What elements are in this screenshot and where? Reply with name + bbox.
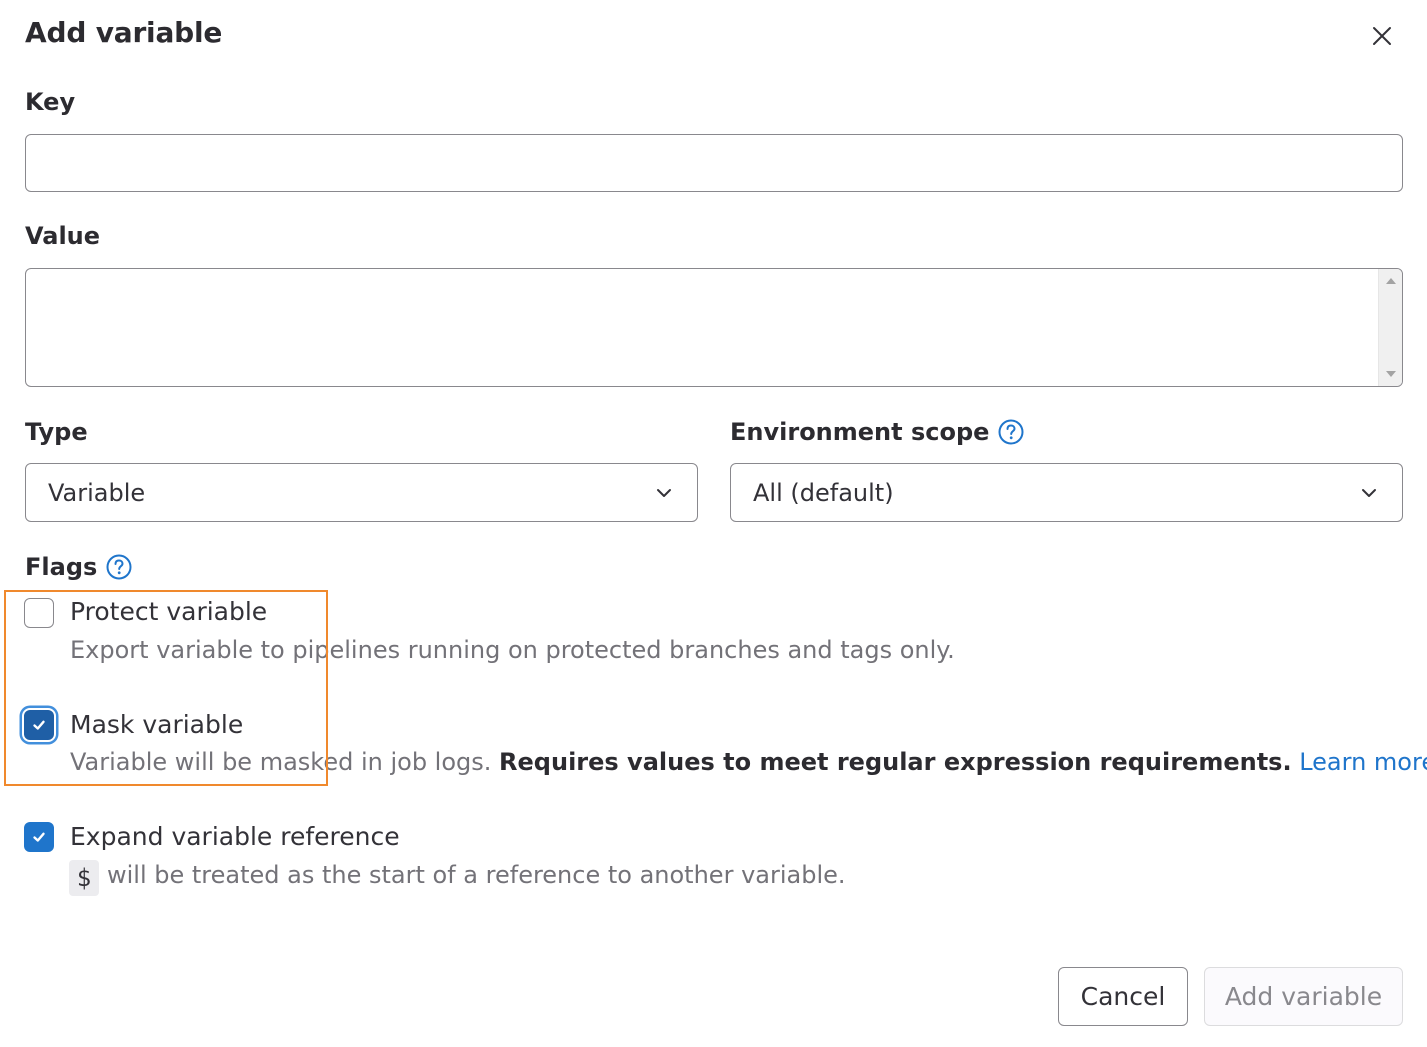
key-label: Key — [25, 88, 75, 116]
add-variable-button[interactable]: Add variable — [1204, 967, 1403, 1026]
protect-variable-help: Export variable to pipelines running on … — [70, 636, 955, 664]
type-select-value: Variable — [48, 478, 146, 507]
close-icon[interactable] — [1370, 24, 1394, 48]
mask-variable-help: Variable will be masked in job logs. Req… — [70, 748, 1427, 776]
scroll-up-arrow-icon[interactable] — [1386, 278, 1396, 284]
type-label: Type — [25, 418, 88, 446]
close-button[interactable] — [1364, 18, 1400, 54]
chevron-down-icon — [1362, 489, 1376, 497]
value-textarea[interactable] — [25, 268, 1403, 387]
env-scope-label-text: Environment scope — [730, 418, 990, 446]
env-scope-select[interactable]: All (default) — [730, 463, 1403, 522]
expand-variable-reference-checkbox[interactable] — [24, 822, 54, 852]
key-input[interactable] — [25, 134, 1403, 192]
dialog-title: Add variable — [25, 16, 223, 49]
expand-variable-reference-label[interactable]: Expand variable reference — [70, 822, 400, 851]
scroll-down-arrow-icon[interactable] — [1386, 371, 1396, 377]
mask-variable-checkbox[interactable] — [24, 710, 54, 740]
chevron-down-icon — [657, 489, 671, 497]
help-icon[interactable] — [997, 418, 1025, 446]
learn-more-link[interactable]: Learn more. — [1299, 748, 1427, 776]
check-icon — [33, 832, 45, 842]
dollar-code-chip: $ — [69, 860, 99, 896]
mask-help-bold-text: Requires values to meet regular expressi… — [499, 748, 1292, 776]
mask-variable-label[interactable]: Mask variable — [70, 710, 243, 739]
value-label-text: Value — [25, 222, 101, 250]
help-icon[interactable] — [105, 553, 133, 581]
key-label-text: Key — [25, 88, 76, 116]
expand-variable-reference-help: will be treated as the start of a refere… — [107, 861, 846, 889]
protect-variable-label[interactable]: Protect variable — [70, 597, 267, 626]
mask-help-text: Variable will be masked in job logs. — [70, 748, 492, 776]
protect-variable-checkbox[interactable] — [24, 598, 54, 628]
env-scope-label: Environment scope — [730, 418, 1025, 446]
flags-label: Flags — [25, 553, 133, 581]
type-select[interactable]: Variable — [25, 463, 698, 522]
env-scope-select-value: All (default) — [753, 478, 894, 507]
value-scrollbar[interactable] — [1378, 269, 1402, 386]
flags-label-text: Flags — [25, 553, 98, 581]
check-icon — [33, 720, 45, 730]
cancel-button[interactable]: Cancel — [1058, 967, 1188, 1026]
type-label-text: Type — [25, 418, 88, 446]
value-label: Value — [25, 222, 100, 250]
